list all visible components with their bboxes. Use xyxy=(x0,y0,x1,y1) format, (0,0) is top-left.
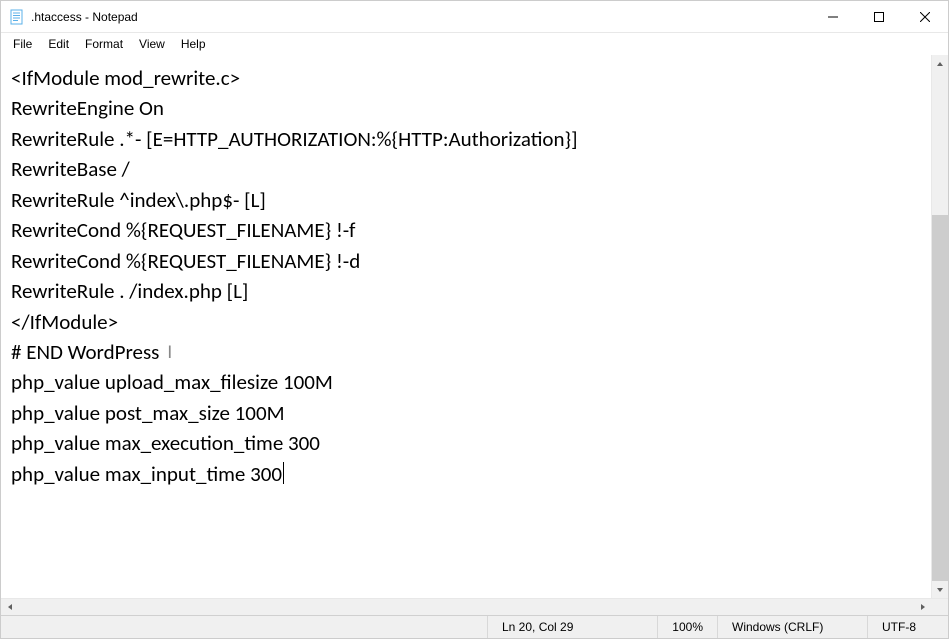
editor-line: php_value max_execution_time 300 xyxy=(11,428,921,458)
editor-line: RewriteRule ^index\.php$- [L] xyxy=(11,185,921,215)
menu-view[interactable]: View xyxy=(131,35,173,53)
vertical-scroll-thumb[interactable] xyxy=(932,215,948,581)
chevron-right-icon xyxy=(919,603,927,611)
statusbar: Ln 20, Col 29 100% Windows (CRLF) UTF-8 xyxy=(1,615,948,638)
window-controls xyxy=(810,1,948,32)
editor-line: RewriteRule . /index.php [L] xyxy=(11,276,921,306)
minimize-icon xyxy=(828,12,838,22)
titlebar[interactable]: .htaccess - Notepad xyxy=(1,1,948,33)
minimize-button[interactable] xyxy=(810,1,856,32)
maximize-icon xyxy=(874,12,884,22)
menu-format[interactable]: Format xyxy=(77,35,131,53)
chevron-down-icon xyxy=(936,586,944,594)
scroll-left-button[interactable] xyxy=(1,599,18,615)
menu-file[interactable]: File xyxy=(5,35,40,53)
close-button[interactable] xyxy=(902,1,948,32)
editor-line: RewriteEngine On xyxy=(11,93,921,123)
editor-line: # END WordPressI xyxy=(11,337,921,367)
menubar: File Edit Format View Help xyxy=(1,33,948,55)
editor-line: RewriteRule .*- [E=HTTP_AUTHORIZATION:%{… xyxy=(11,124,921,154)
scroll-up-button[interactable] xyxy=(932,55,948,72)
editor-line: <IfModule mod_rewrite.c> xyxy=(11,63,921,93)
close-icon xyxy=(920,12,930,22)
editor-line: php_value post_max_size 100M xyxy=(11,398,921,428)
text-editor[interactable]: <IfModule mod_rewrite.c>RewriteEngine On… xyxy=(1,55,931,598)
menu-help[interactable]: Help xyxy=(173,35,214,53)
content-area: <IfModule mod_rewrite.c>RewriteEngine On… xyxy=(1,55,948,598)
editor-line: RewriteBase / xyxy=(11,154,921,184)
status-spacer xyxy=(1,616,488,638)
editor-line: RewriteCond %{REQUEST_FILENAME} !-d xyxy=(11,246,921,276)
scroll-right-button[interactable] xyxy=(914,599,931,615)
scroll-corner xyxy=(931,599,948,615)
editor-line: RewriteCond %{REQUEST_FILENAME} !-f xyxy=(11,215,921,245)
text-cursor-icon: I xyxy=(167,339,172,367)
status-cursor-position: Ln 20, Col 29 xyxy=(488,616,658,638)
notepad-app-icon xyxy=(9,9,25,25)
horizontal-scroll-track[interactable] xyxy=(18,599,914,615)
window-title: .htaccess - Notepad xyxy=(31,10,810,24)
horizontal-scrollbar[interactable] xyxy=(1,598,948,615)
status-line-ending: Windows (CRLF) xyxy=(718,616,868,638)
editor-line: php_value upload_max_filesize 100M xyxy=(11,367,921,397)
chevron-left-icon xyxy=(6,603,14,611)
menu-edit[interactable]: Edit xyxy=(40,35,77,53)
editor-line: php_value max_input_time 300 xyxy=(11,459,921,489)
maximize-button[interactable] xyxy=(856,1,902,32)
editor-line: </IfModule> xyxy=(11,307,921,337)
chevron-up-icon xyxy=(936,60,944,68)
status-zoom: 100% xyxy=(658,616,718,638)
scroll-down-button[interactable] xyxy=(932,581,948,598)
notepad-window: .htaccess - Notepad File Edit Format Vie… xyxy=(0,0,949,639)
vertical-scrollbar[interactable] xyxy=(931,55,948,598)
status-encoding: UTF-8 xyxy=(868,616,948,638)
vertical-scroll-track[interactable] xyxy=(932,72,948,581)
